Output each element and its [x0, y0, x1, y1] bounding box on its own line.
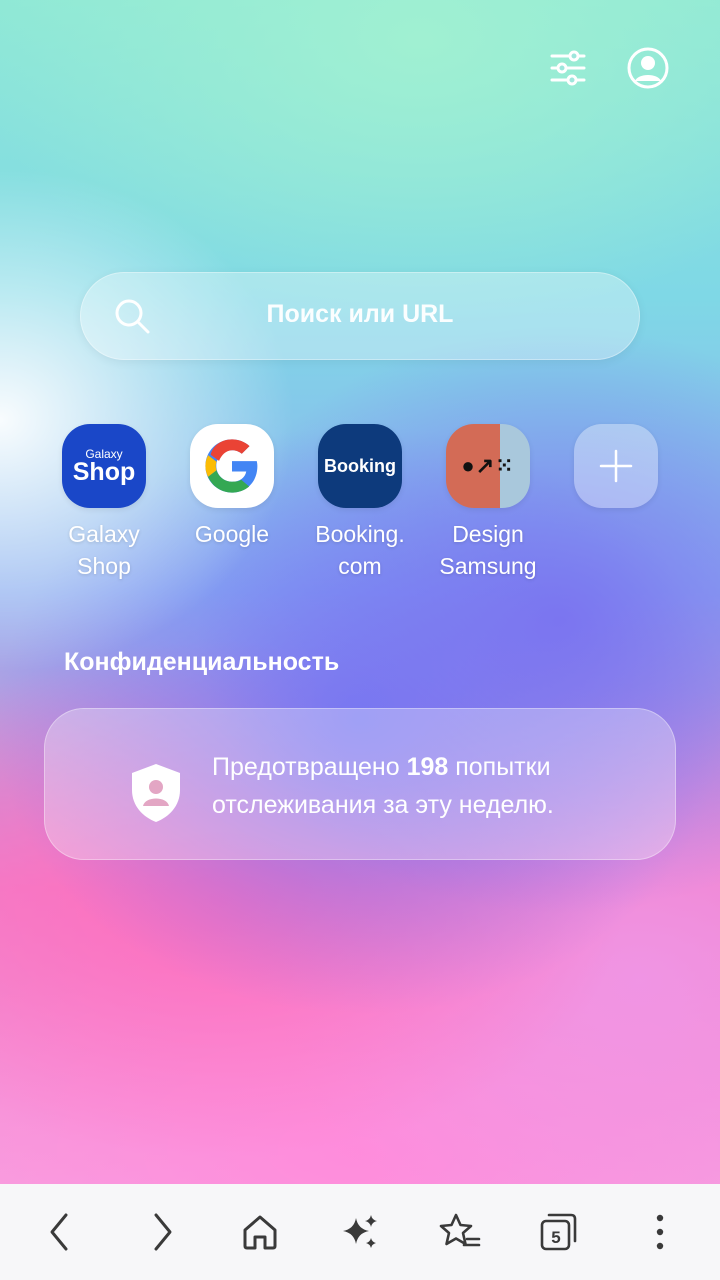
- privacy-section-title: Конфиденциальность: [64, 648, 340, 676]
- google-g-logo-icon: [190, 424, 274, 508]
- tile-label: Booking. com: [315, 521, 405, 579]
- design-samsung-icon: ●↗⁙: [446, 424, 530, 508]
- background-gradient: [0, 0, 720, 1184]
- search-bar[interactable]: Поиск или URL: [80, 272, 640, 360]
- tabs-count: 5: [551, 1228, 561, 1247]
- home-icon[interactable]: [232, 1204, 288, 1260]
- add-shortcut-button[interactable]: [552, 424, 680, 508]
- ai-sparkle-icon[interactable]: [332, 1204, 388, 1260]
- tile-label: Google: [194, 521, 270, 547]
- search-placeholder: Поиск или URL: [266, 300, 454, 328]
- quick-access-google[interactable]: Google: [168, 424, 296, 550]
- back-icon[interactable]: [32, 1204, 88, 1260]
- booking-icon: Booking: [318, 424, 402, 508]
- blocked-count: 198: [406, 753, 449, 781]
- account-icon[interactable]: [626, 46, 670, 90]
- more-icon[interactable]: [632, 1204, 688, 1260]
- privacy-text: Предотвращено 198 попытки отслеживания з…: [212, 753, 554, 819]
- customize-icon[interactable]: [546, 46, 590, 90]
- forward-icon[interactable]: [134, 1204, 190, 1260]
- tile-label: Design Samsung: [439, 521, 537, 579]
- privacy-card[interactable]: Предотвращено 198 попытки отслеживания з…: [44, 708, 676, 860]
- bookmarks-icon[interactable]: [432, 1204, 488, 1260]
- bottom-navigation-bar: 5: [0, 1184, 720, 1280]
- shield-person-icon: [132, 764, 180, 822]
- plus-icon: [574, 424, 658, 508]
- quick-access-design-samsung[interactable]: ●↗⁙ Design Samsung: [424, 424, 552, 582]
- galaxy-shop-icon: Galaxy Shop: [62, 424, 146, 508]
- quick-access-booking[interactable]: Booking Booking. com: [296, 424, 424, 582]
- quick-access-galaxy-shop[interactable]: Galaxy Shop Galaxy Shop: [40, 424, 168, 582]
- tile-label: Galaxy Shop: [68, 521, 140, 579]
- tabs-button[interactable]: 5: [530, 1204, 586, 1260]
